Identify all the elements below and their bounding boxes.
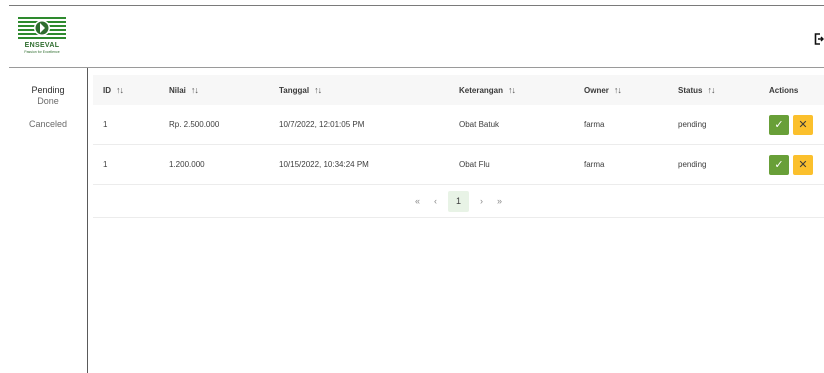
column-header-keterangan[interactable]: Keterangan ↑↓ xyxy=(459,75,516,105)
cell-status: pending xyxy=(678,160,707,169)
sort-icon[interactable]: ↑↓ xyxy=(116,85,124,95)
cell-id: 1 xyxy=(103,120,108,129)
prev-page-button[interactable]: ‹ xyxy=(434,196,437,206)
table-row: 1 Rp. 2.500.000 10/7/2022, 12:01:05 PM O… xyxy=(93,105,824,145)
cell-owner: farma xyxy=(584,160,605,169)
approve-button[interactable]: ✓ xyxy=(769,114,789,135)
reject-button[interactable]: ✕ xyxy=(793,154,813,175)
sidebar-divider xyxy=(87,68,88,373)
cell-tanggal: 10/7/2022, 12:01:05 PM xyxy=(279,120,365,129)
reject-button[interactable]: ✕ xyxy=(793,114,813,135)
cell-keterangan: Obat Flu xyxy=(459,160,490,169)
sort-icon[interactable]: ↑↓ xyxy=(707,85,715,95)
sort-icon[interactable]: ↑↓ xyxy=(614,85,622,95)
cell-tanggal: 10/15/2022, 10:34:24 PM xyxy=(279,160,369,169)
cell-actions: ✓ ✕ xyxy=(769,145,817,184)
approve-button[interactable]: ✓ xyxy=(769,154,789,175)
sidebar-item-done[interactable]: Done xyxy=(9,90,87,113)
last-page-button[interactable]: » xyxy=(497,196,502,206)
sort-icon[interactable]: ↑↓ xyxy=(314,85,322,95)
cell-owner: farma xyxy=(584,120,605,129)
table-row: 1 1.200.000 10/15/2022, 10:34:24 PM Obat… xyxy=(93,145,824,185)
check-icon: ✓ xyxy=(774,119,784,131)
column-header-id[interactable]: ID ↑↓ xyxy=(103,75,124,105)
sidebar: Pending Done Canceled xyxy=(9,68,87,136)
data-table: ID ↑↓ Nilai ↑↓ Tanggal ↑↓ Keterangan ↑↓ Owne… xyxy=(93,75,824,218)
table-header-row: ID ↑↓ Nilai ↑↓ Tanggal ↑↓ Keterangan ↑↓ Owne… xyxy=(93,75,824,105)
enseval-logo-icon xyxy=(18,16,66,41)
header-divider xyxy=(9,67,824,68)
close-icon: ✕ xyxy=(798,119,808,131)
enseval-logo: ENSEVAL Passion for Excellence xyxy=(18,16,66,56)
sort-icon[interactable]: ↑↓ xyxy=(191,85,199,95)
page-button-current[interactable]: 1 xyxy=(448,190,469,212)
cell-status: pending xyxy=(678,120,707,129)
column-header-owner[interactable]: Owner ↑↓ xyxy=(584,75,622,105)
sort-icon[interactable]: ↑↓ xyxy=(508,85,516,95)
logout-icon[interactable] xyxy=(814,32,824,46)
first-page-button[interactable]: « xyxy=(415,196,420,206)
next-page-button[interactable]: › xyxy=(480,196,483,206)
header: ENSEVAL Passion for Excellence xyxy=(9,6,824,67)
cell-actions: ✓ ✕ xyxy=(769,105,817,144)
cell-id: 1 xyxy=(103,160,108,169)
brand-tagline: Passion for Excellence xyxy=(24,50,60,54)
close-icon: ✕ xyxy=(798,159,808,171)
column-header-nilai[interactable]: Nilai ↑↓ xyxy=(169,75,199,105)
cell-nilai: 1.200.000 xyxy=(169,160,205,169)
sidebar-item-canceled[interactable]: Canceled xyxy=(9,113,87,136)
column-header-status[interactable]: Status ↑↓ xyxy=(678,75,715,105)
cell-nilai: Rp. 2.500.000 xyxy=(169,120,220,129)
check-icon: ✓ xyxy=(774,159,784,171)
brand-name: ENSEVAL xyxy=(24,42,60,49)
column-header-tanggal[interactable]: Tanggal ↑↓ xyxy=(279,75,322,105)
column-header-actions: Actions xyxy=(769,85,799,95)
cell-keterangan: Obat Batuk xyxy=(459,120,500,129)
pagination: « ‹ 1 › » xyxy=(93,185,824,218)
